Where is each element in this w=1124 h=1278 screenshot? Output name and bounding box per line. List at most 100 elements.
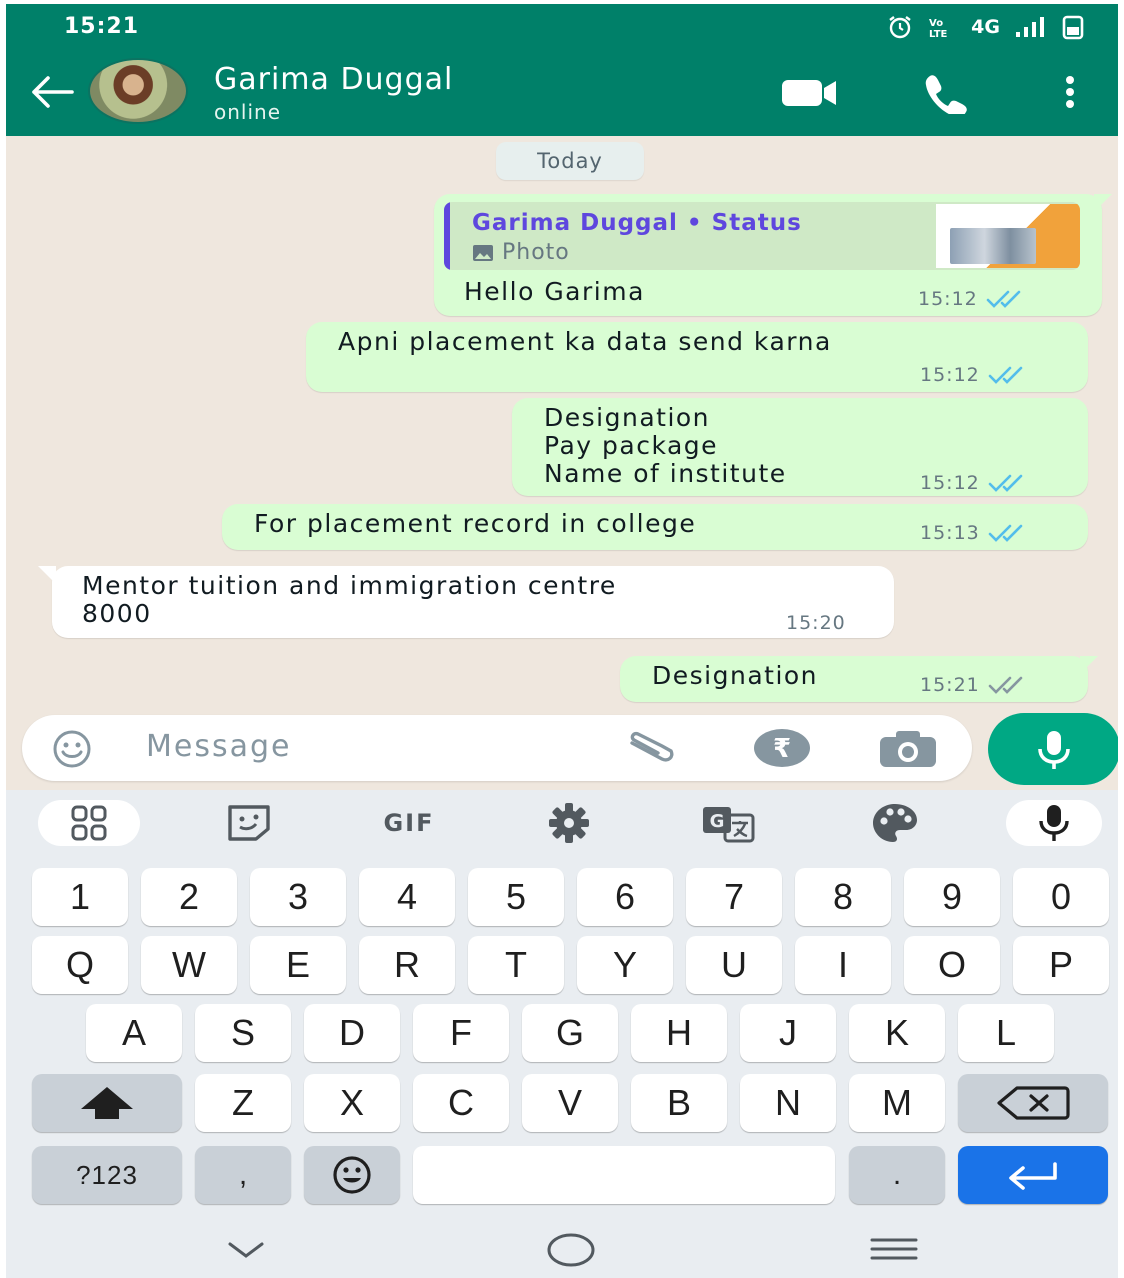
bubble-tail <box>38 566 56 584</box>
key-c[interactable]: C <box>413 1074 509 1132</box>
voice-call-icon[interactable] <box>918 70 978 114</box>
read-receipt-icon <box>986 290 1021 308</box>
phone-screen: 15:21 Vo LTE 4G Garima Duggal online Toda… <box>6 4 1118 1278</box>
key-a[interactable]: A <box>86 1004 182 1062</box>
attachment-icon[interactable] <box>622 729 684 769</box>
message-bubble-incoming[interactable]: Mentor tuition and immigration centre 80… <box>38 566 894 638</box>
key-w[interactable]: W <box>141 936 237 994</box>
key-i[interactable]: I <box>795 936 891 994</box>
message-time: 15:12 <box>920 472 980 494</box>
emoji-icon[interactable] <box>52 729 92 769</box>
key-v[interactable]: V <box>522 1074 618 1132</box>
camera-icon[interactable] <box>878 729 938 769</box>
message-bubble-outgoing[interactable]: Apni placement ka data send karna 15:12 <box>306 322 1088 392</box>
payment-rupee-icon[interactable]: ₹ <box>752 727 812 769</box>
key-x[interactable]: X <box>304 1074 400 1132</box>
key-n[interactable]: N <box>740 1074 836 1132</box>
contact-avatar[interactable] <box>88 58 188 124</box>
message-text: Hello Garima <box>464 277 645 306</box>
message-bubble-outgoing[interactable]: For placement record in college 15:13 <box>222 504 1088 550</box>
key-g[interactable]: G <box>522 1004 618 1062</box>
message-meta: 15:12 <box>918 288 1034 310</box>
home-circle-icon[interactable] <box>546 1230 596 1270</box>
message-bubble-outgoing[interactable]: Designation Pay package Name of institut… <box>512 398 1088 496</box>
signal-icon <box>1016 17 1044 37</box>
reply-quote[interactable]: Garima Duggal • Status Photo <box>444 202 1080 270</box>
contact-name[interactable]: Garima Duggal <box>214 62 453 97</box>
enter-arrow-icon <box>1009 1162 1057 1190</box>
message-bubble-outgoing[interactable]: Garima Duggal • Status Photo Hello Garim… <box>434 194 1112 316</box>
key-8[interactable]: 8 <box>795 868 891 926</box>
key-6[interactable]: 6 <box>577 868 673 926</box>
key-5[interactable]: 5 <box>468 868 564 926</box>
battery-icon <box>1062 15 1084 40</box>
svg-text:Vo: Vo <box>929 18 943 29</box>
comma-key[interactable]: , <box>195 1146 291 1204</box>
hide-keyboard-chevron-icon[interactable] <box>224 1238 268 1262</box>
message-input[interactable]: Message <box>146 729 291 764</box>
status-time: 15:21 <box>64 14 140 39</box>
message-meta: 15:12 <box>920 364 1036 386</box>
key-z[interactable]: Z <box>195 1074 291 1132</box>
key-q[interactable]: Q <box>32 936 128 994</box>
key-t[interactable]: T <box>468 936 564 994</box>
key-e[interactable]: E <box>250 936 346 994</box>
space-bar[interactable] <box>413 1146 835 1204</box>
symbols-key[interactable]: ?123 <box>32 1146 182 1204</box>
emoji-face-icon <box>333 1156 371 1194</box>
key-7[interactable]: 7 <box>686 868 782 926</box>
key-k[interactable]: K <box>849 1004 945 1062</box>
key-d[interactable]: D <box>304 1004 400 1062</box>
microphone-icon <box>1038 731 1070 769</box>
message-text: Mentor tuition and immigration centre 80… <box>82 571 617 628</box>
translate-icon[interactable]: G <box>686 800 772 846</box>
back-arrow-icon[interactable] <box>26 70 78 114</box>
message-time: 15:13 <box>920 522 980 544</box>
read-receipt-icon <box>988 366 1023 384</box>
video-call-icon[interactable] <box>778 70 842 114</box>
key-4[interactable]: 4 <box>359 868 455 926</box>
apps-grid-icon[interactable] <box>38 800 140 846</box>
sticker-icon[interactable] <box>206 800 292 846</box>
key-3[interactable]: 3 <box>250 868 346 926</box>
key-1[interactable]: 1 <box>32 868 128 926</box>
key-9[interactable]: 9 <box>904 868 1000 926</box>
key-h[interactable]: H <box>631 1004 727 1062</box>
key-m[interactable]: M <box>849 1074 945 1132</box>
backspace-icon <box>997 1086 1070 1120</box>
key-s[interactable]: S <box>195 1004 291 1062</box>
key-u[interactable]: U <box>686 936 782 994</box>
key-2[interactable]: 2 <box>141 868 237 926</box>
message-meta: 15:21 <box>920 674 1036 696</box>
shift-key[interactable] <box>32 1074 182 1132</box>
message-bubble-outgoing[interactable]: Designation 15:21 <box>620 656 1098 702</box>
period-key[interactable]: . <box>849 1146 945 1204</box>
enter-key[interactable] <box>958 1146 1108 1204</box>
recent-apps-icon[interactable] <box>868 1234 920 1264</box>
key-r[interactable]: R <box>359 936 455 994</box>
gif-button[interactable]: GIF <box>366 800 452 846</box>
theme-palette-icon[interactable] <box>852 800 938 846</box>
more-options-icon[interactable] <box>1056 70 1084 114</box>
message-input-bar: Message ₹ <box>22 715 972 781</box>
voice-message-button[interactable] <box>988 713 1118 785</box>
message-time: 15:12 <box>918 288 978 310</box>
message-text: Designation Pay package Name of institut… <box>544 403 787 488</box>
key-b[interactable]: B <box>631 1074 727 1132</box>
key-p[interactable]: P <box>1013 936 1109 994</box>
backspace-key[interactable] <box>958 1074 1108 1132</box>
key-0[interactable]: 0 <box>1013 868 1109 926</box>
message-time: 15:12 <box>920 364 980 386</box>
key-o[interactable]: O <box>904 936 1000 994</box>
key-l[interactable]: L <box>958 1004 1054 1062</box>
settings-gear-icon[interactable] <box>526 800 612 846</box>
key-y[interactable]: Y <box>577 936 673 994</box>
message-text: For placement record in college <box>254 509 697 538</box>
read-receipt-icon <box>988 474 1023 492</box>
emoji-key[interactable] <box>304 1146 400 1204</box>
chat-area[interactable]: Today Garima Duggal • Status Photo Hello… <box>6 136 1118 790</box>
key-f[interactable]: F <box>413 1004 509 1062</box>
voice-typing-icon[interactable] <box>1006 800 1102 846</box>
key-j[interactable]: J <box>740 1004 836 1062</box>
message-text: Designation <box>652 661 819 690</box>
